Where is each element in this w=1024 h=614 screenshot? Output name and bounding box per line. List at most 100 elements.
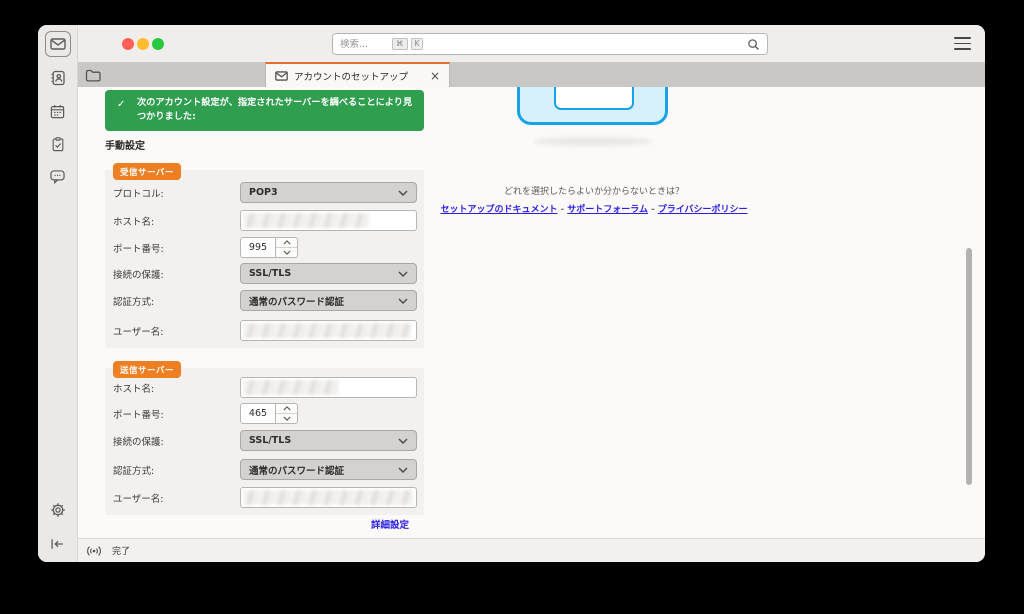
chevron-down-icon [398,298,408,304]
settings-gear-icon [50,502,66,518]
advanced-config-link[interactable]: 詳細設定 [105,517,409,531]
stepper-down-icon[interactable] [276,248,297,257]
protocol-select[interactable]: POP3 [240,182,417,203]
activity-broadcast-icon [85,545,103,557]
unified-toolbar: ⌘ K [78,25,985,62]
redacted-value [243,380,339,395]
protocol-row: プロトコル: POP3 [113,182,418,203]
zoom-window-button[interactable] [152,38,164,50]
outgoing-port-stepper[interactable] [276,403,298,424]
incoming-security-value: SSL/TLS [249,268,291,279]
shortcut-cmd-key: ⌘ [392,38,408,50]
address-book-icon [50,70,66,86]
incoming-port-stepper[interactable] [276,237,298,258]
folder-pane-button[interactable] [85,67,101,82]
chevron-down-icon [398,190,408,196]
auth-method-label: 認証方式: [113,297,154,308]
tab-bar: アカウントのセットアップ × [78,62,985,87]
tab-title: アカウントのセットアップ [294,69,408,83]
support-forum-link[interactable]: サポートフォーラム [567,205,648,215]
close-window-button[interactable] [122,38,134,50]
vertical-scrollbar-thumb[interactable] [966,248,972,485]
space-chat-button[interactable] [45,164,71,190]
redacted-value [243,213,369,228]
search-icon [747,38,760,51]
space-mail-button[interactable] [45,31,71,57]
hostname-label: ホスト名: [113,217,154,228]
chat-icon [50,170,65,184]
global-search-field[interactable]: ⌘ K [332,33,768,55]
protocol-value: POP3 [249,187,278,198]
status-bar: 完了 [78,538,985,562]
checkmark-icon: ✓ [117,97,125,113]
incoming-auth-select[interactable]: 通常のパスワード認証 [240,290,417,311]
outgoing-port-input[interactable] [240,403,276,424]
stepper-down-icon[interactable] [276,414,297,423]
settings-button[interactable] [45,497,71,523]
tab-close-icon[interactable]: × [430,70,440,82]
help-links-row: セットアップのドキュメント-サポートフォーラム-プライバシーポリシー [378,202,810,215]
incoming-auth-value: 通常のパスワード認証 [249,294,344,308]
incoming-username-input[interactable] [240,320,417,341]
outgoing-security-value: SSL/TLS [249,435,291,446]
space-tasks-button[interactable] [45,131,71,157]
username-label: ユーザー名: [113,327,164,338]
success-banner-text: 次のアカウント設定が、指定されたサーバーを調べることにより見つかりました: [137,97,412,122]
manual-config-heading: 手動設定 [105,137,145,152]
incoming-hostname-row: ホスト名: [113,210,418,231]
tab-account-setup[interactable]: アカウントのセットアップ × [265,62,450,87]
outgoing-port-row: ポート番号: [113,403,418,424]
redacted-value [243,323,411,338]
menu-line [954,48,971,50]
menu-line [954,37,971,39]
link-separator: - [651,205,655,215]
collapse-spaces-button[interactable] [45,531,71,557]
account-setup-content: ✓ 次のアカウント設定が、指定されたサーバーを調べることにより見つかりました: … [78,87,985,538]
outgoing-hostname-row: ホスト名: [113,377,418,398]
protocol-label: プロトコル: [113,189,164,200]
outgoing-server-badge: 送信サーバー [113,361,181,378]
mail-icon [50,38,66,50]
incoming-auth-row: 認証方式: 通常のパスワード認証 [113,290,418,311]
outgoing-security-select[interactable]: SSL/TLS [240,430,417,451]
success-banner: ✓ 次のアカウント設定が、指定されたサーバーを調べることにより見つかりました: [105,90,424,131]
port-label: ポート番号: [113,410,164,421]
shortcut-k-key: K [411,38,424,50]
outgoing-username-input[interactable] [240,487,417,508]
menu-line [954,43,971,45]
space-calendar-button[interactable] [45,98,71,124]
folder-icon [85,69,101,82]
illustration-shadow [534,137,652,146]
stepper-up-icon[interactable] [276,404,297,414]
thunderbird-window: ⌘ K アカウントのセットアップ × ✓ [38,25,985,562]
incoming-port-input[interactable] [240,237,276,258]
outgoing-hostname-input[interactable] [240,377,417,398]
outgoing-server-panel: 送信サーバー ホスト名: ポート番号: 接続の保護: [105,368,424,515]
port-label: ポート番号: [113,244,164,255]
connection-security-label: 接続の保護: [113,437,164,448]
space-addressbook-button[interactable] [45,65,71,91]
connection-security-label: 接続の保護: [113,270,164,281]
app-menu-button[interactable] [954,37,971,50]
outgoing-security-row: 接続の保護: SSL/TLS [113,430,418,451]
mail-icon [275,71,288,81]
spaces-toolbar [38,25,78,562]
outgoing-auth-value: 通常のパスワード認証 [249,463,344,477]
status-text: 完了 [112,544,130,557]
privacy-policy-link[interactable]: プライバシーポリシー [658,205,748,215]
hostname-label: ホスト名: [113,384,154,395]
chevron-down-icon [398,467,408,473]
username-label: ユーザー名: [113,494,164,505]
setup-docs-link[interactable]: セットアップのドキュメント [440,205,557,215]
illustration-envelope-tray [554,87,634,110]
incoming-port-row: ポート番号: [113,237,418,258]
auth-method-label: 認証方式: [113,466,154,477]
search-input[interactable] [340,39,392,50]
outgoing-auth-row: 認証方式: 通常のパスワード認証 [113,459,418,480]
screen: ⌘ K アカウントのセットアップ × ✓ [0,0,1024,614]
minimize-window-button[interactable] [137,38,149,50]
incoming-security-select[interactable]: SSL/TLS [240,263,417,284]
outgoing-auth-select[interactable]: 通常のパスワード認証 [240,459,417,480]
stepper-up-icon[interactable] [276,238,297,248]
mail-illustration [517,87,668,125]
